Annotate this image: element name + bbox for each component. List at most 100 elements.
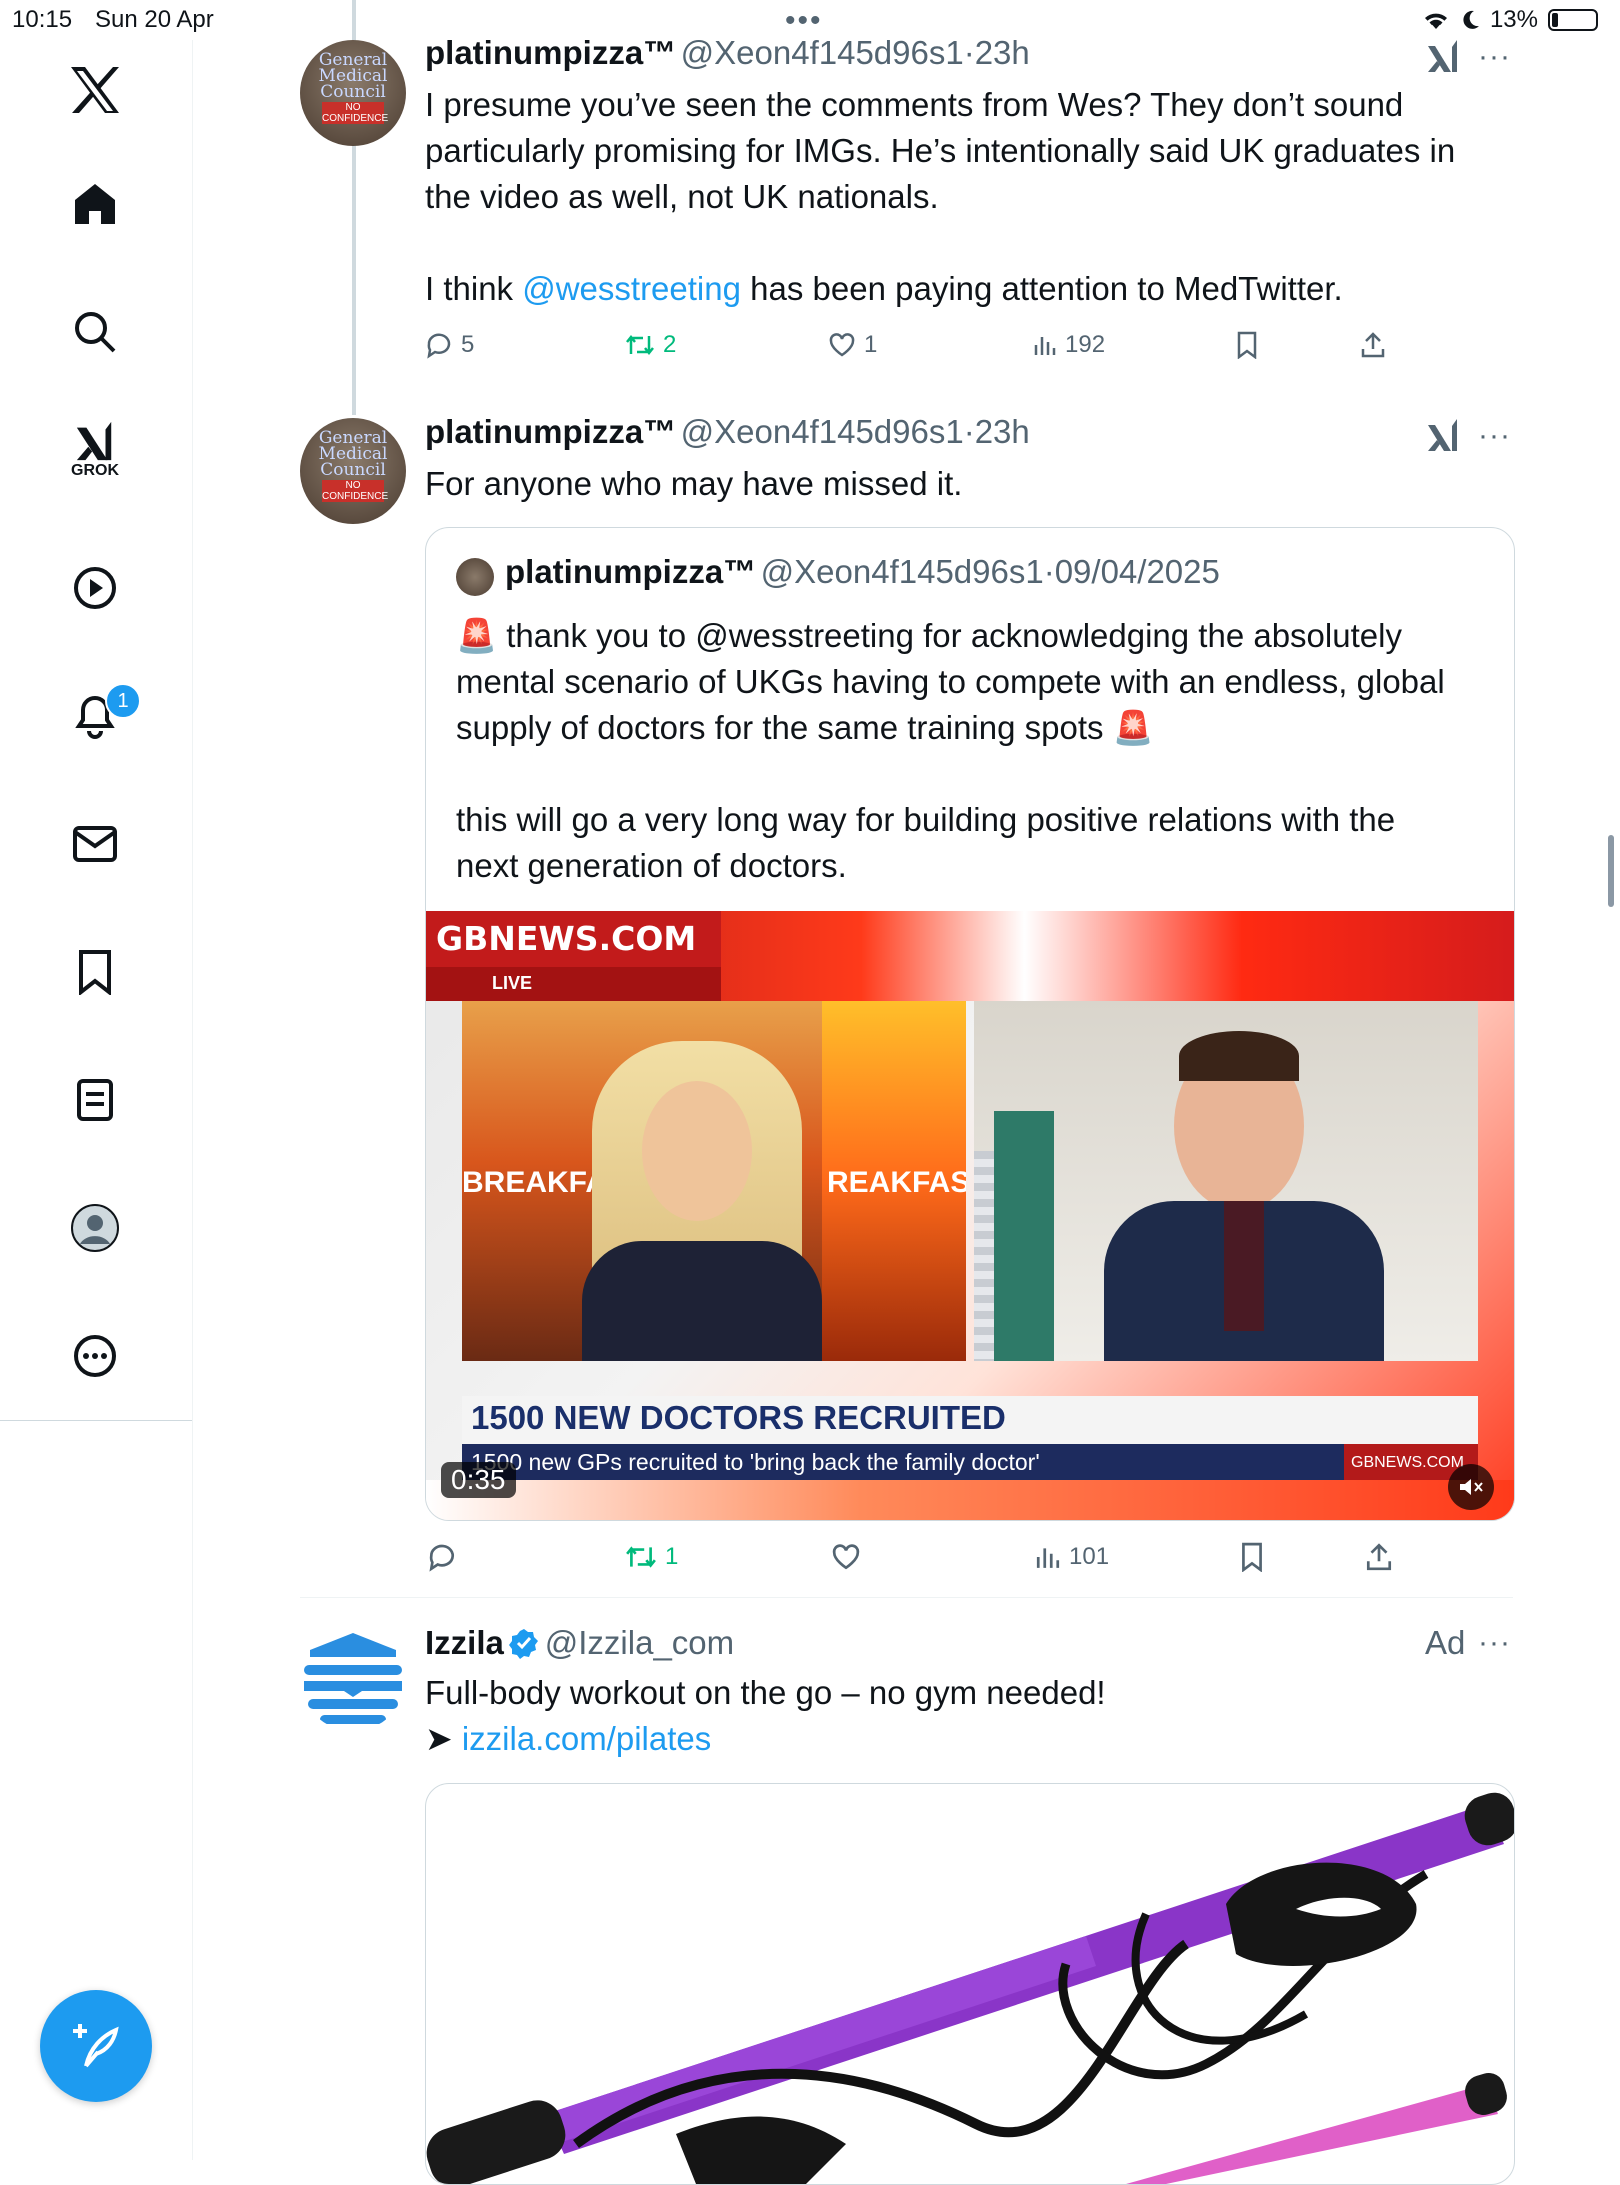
quote-author-name: platinumpizza™ [505, 553, 757, 590]
video-subline: 1500 new GPs recruited to 'bring back th… [471, 1449, 1040, 1475]
tweet-text: I presume you’ve seen the comments from … [425, 86, 1456, 307]
ad-image[interactable] [425, 1783, 1515, 2185]
avatar[interactable]: General Medical Council NO CONFIDENCE [300, 418, 406, 524]
tweet-header: Izzila @Izzila_com [425, 1624, 734, 1662]
avatar-stamp: NO CONFIDENCE [322, 480, 389, 502]
video-duration: 0:35 [441, 1462, 516, 1498]
advertiser-avatar[interactable] [300, 1625, 406, 1731]
bookmark-icon [1242, 1542, 1262, 1572]
grok-icon[interactable]: GROK [65, 420, 125, 480]
notification-badge: 1 [105, 683, 141, 719]
quote-avatar [456, 558, 494, 596]
speaker-muted-icon [1460, 1479, 1483, 1495]
heart-icon [829, 333, 855, 357]
avatar-text: General Medical Council [318, 50, 388, 102]
tweet-time[interactable]: 23h [975, 34, 1030, 71]
avatar[interactable]: General Medical Council NO CONFIDENCE [300, 40, 406, 146]
live-label: LIVE [492, 973, 533, 993]
views-icon [1036, 1548, 1060, 1568]
pilates-bar-image [426, 1792, 1514, 2184]
status-date: Sun 20 Apr [95, 6, 214, 33]
quote-text: 🚨 thank you to @wesstreeting for acknowl… [456, 617, 1445, 884]
video-icon[interactable] [65, 558, 125, 618]
share-button[interactable] [1365, 1542, 1393, 1572]
avatar-text: General Medical Council [318, 428, 388, 480]
video-player[interactable]: GBNEWS.COM LIVE BREAKFAS REAKFAST 1500 N… [426, 911, 1514, 1520]
more-options-icon[interactable]: ··· [1478, 419, 1511, 453]
more-icon[interactable] [65, 1326, 125, 1386]
video-corner-brand: GBNEWS.COM [1351, 1454, 1464, 1471]
compose-post-button[interactable] [40, 1990, 152, 2102]
quote-header: platinumpizza™ @Xeon4f145d96s1·09/04/202… [505, 553, 1220, 590]
search-icon[interactable] [65, 302, 125, 362]
share-button[interactable] [1360, 331, 1386, 359]
retweet-icon [626, 1546, 656, 1568]
home-icon[interactable] [65, 174, 125, 234]
wifi-icon [1424, 13, 1447, 29]
grok-icon[interactable] [1425, 38, 1461, 79]
views-button[interactable]: 101 [1035, 1543, 1109, 1571]
view-count: 192 [1065, 331, 1106, 358]
sidebar-divider [0, 1420, 192, 1421]
tweet-actions: 5 2 1 192 [425, 330, 1515, 360]
guest-panel [974, 1001, 1478, 1361]
mail-icon[interactable] [65, 814, 125, 874]
mute-button[interactable] [1448, 1464, 1494, 1510]
bookmark-button[interactable] [1235, 331, 1259, 359]
profile-icon[interactable] [65, 1198, 125, 1258]
ad-link[interactable]: izzila.com/pilates [462, 1720, 711, 1757]
tweet-text: For anyone who may have missed it. [425, 465, 963, 502]
mention-link[interactable]: @wesstreeting [522, 270, 741, 307]
reply-icon [427, 333, 451, 359]
video-headline: 1500 NEW DOCTORS RECRUITED [471, 1399, 1006, 1436]
feather-plus-icon [73, 2024, 119, 2068]
like-button[interactable] [831, 1543, 861, 1571]
quoted-tweet[interactable]: platinumpizza™ @Xeon4f145d96s1·09/04/202… [425, 527, 1515, 1521]
grok-label: GROK [71, 462, 119, 479]
author-name[interactable]: platinumpizza™ [425, 413, 676, 450]
author-handle[interactable]: @Xeon4f145d96s1 [681, 34, 964, 71]
like-button[interactable]: 1 [828, 331, 877, 359]
presenter-panel: BREAKFAS REAKFAST [462, 1001, 966, 1361]
bookmark-button[interactable] [1239, 1542, 1265, 1572]
x-logo[interactable] [65, 60, 125, 120]
verified-badge-icon [509, 1629, 539, 1659]
scrollbar[interactable] [1608, 835, 1614, 907]
battery-percent: 13% [1489, 6, 1538, 33]
author-handle[interactable]: @Xeon4f145d96s1 [681, 413, 964, 450]
retweet-button[interactable]: 2 [625, 331, 676, 359]
share-icon [1366, 1543, 1392, 1571]
battery-icon [1548, 9, 1598, 31]
sidebar-border [192, 1420, 193, 2160]
tweet-divider [300, 1597, 1513, 1598]
video-brand: GBNEWS.COM [436, 919, 697, 958]
reply-button[interactable] [427, 1542, 457, 1572]
tweet-time[interactable]: 23h [975, 413, 1030, 450]
grok-icon[interactable] [1425, 417, 1461, 458]
ad-label: Ad [1425, 1624, 1466, 1661]
author-name[interactable]: Izzila [425, 1624, 504, 1661]
author-handle[interactable]: @Izzila_com [545, 1624, 734, 1661]
share-icon [1361, 332, 1385, 358]
reply-count: 5 [461, 331, 475, 358]
more-options-icon[interactable]: ··· [1478, 40, 1511, 74]
status-time: 10:15 [12, 6, 73, 33]
reply-button[interactable]: 5 [425, 331, 474, 359]
moon-icon [1463, 10, 1479, 29]
lists-icon[interactable] [65, 1070, 125, 1130]
bookmark-icon[interactable] [65, 942, 125, 1002]
reply-icon [429, 1544, 455, 1572]
heart-icon [832, 1544, 860, 1570]
more-options-icon[interactable]: ··· [1478, 1626, 1511, 1660]
author-name[interactable]: platinumpizza™ [425, 34, 676, 71]
view-count: 101 [1069, 1543, 1110, 1570]
retweet-count: 2 [663, 331, 677, 358]
retweet-count: 1 [665, 1543, 679, 1570]
status-right: 13% [1422, 6, 1598, 34]
views-icon [1034, 337, 1056, 355]
retweet-button[interactable]: 1 [625, 1543, 678, 1571]
views-button[interactable]: 192 [1033, 331, 1105, 359]
retweet-icon [626, 334, 654, 356]
multitask-dots-icon[interactable]: ••• [785, 4, 823, 38]
izzila-logo-icon [301, 1626, 405, 1730]
